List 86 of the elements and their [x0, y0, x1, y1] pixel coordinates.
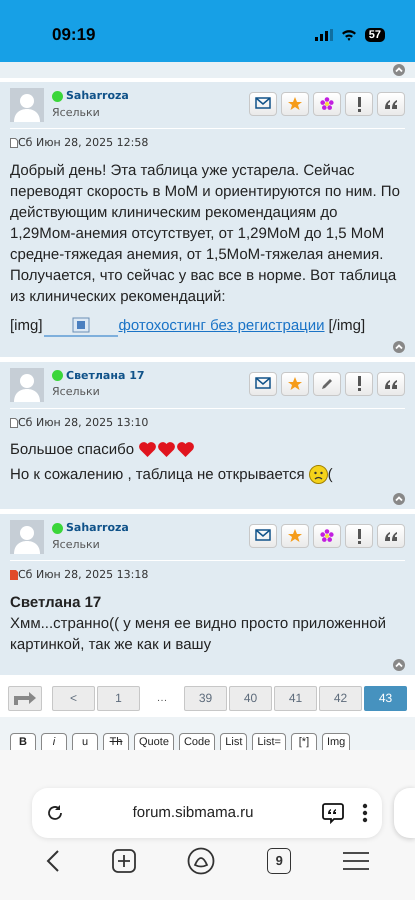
- star-icon: [287, 376, 303, 392]
- user-rank: Ясельки: [52, 104, 101, 120]
- report-button[interactable]: [345, 524, 373, 548]
- format-button[interactable]: u: [72, 732, 98, 750]
- page-link[interactable]: 41: [274, 686, 317, 710]
- page-link[interactable]: 1: [97, 686, 140, 710]
- avatar-icon: [10, 368, 44, 402]
- user-rank: Ясельки: [52, 536, 101, 552]
- heart-icon: [138, 441, 158, 458]
- new-tab-icon[interactable]: [112, 849, 136, 873]
- post-text: Хмм...странно(( у меня ее видно просто приложенной картинкой, так же как и вашу: [10, 614, 388, 654]
- wifi-icon: [340, 29, 357, 41]
- author-name[interactable]: Saharroza: [66, 88, 129, 104]
- more-icon[interactable]: [362, 802, 368, 824]
- page-link[interactable]: 39: [184, 686, 227, 710]
- message-button[interactable]: [249, 524, 277, 548]
- post-date: Сб Июн 28, 2025 13:18: [18, 567, 148, 583]
- star-icon: [287, 96, 303, 112]
- format-button[interactable]: B: [10, 732, 36, 750]
- exclamation-icon: [358, 96, 360, 112]
- edit-button[interactable]: [313, 372, 341, 396]
- format-button[interactable]: Img: [322, 732, 350, 750]
- flower-icon: [319, 528, 335, 544]
- post-date: Сб Июн 28, 2025 13:10: [18, 414, 148, 430]
- format-button[interactable]: [*]: [290, 732, 317, 750]
- arrow-icon: [13, 691, 37, 705]
- post-text: (: [328, 465, 333, 485]
- report-button[interactable]: [345, 92, 373, 116]
- quoted-author: Светлана 17: [10, 592, 102, 612]
- avatar-icon: [10, 88, 44, 122]
- scroll-top-icon[interactable]: [393, 340, 405, 352]
- quote-bubble-icon[interactable]: [322, 802, 344, 824]
- post-text: Но к сожалению , таблица не открывается: [10, 465, 305, 485]
- address-bar[interactable]: forum.sibmama.ru: [32, 788, 382, 838]
- bbcode-tag: [img]: [10, 315, 43, 336]
- message-button[interactable]: [249, 92, 277, 116]
- bbcode-tag: [/img]: [328, 315, 366, 336]
- avatar-icon: [10, 520, 44, 554]
- scroll-top-icon[interactable]: [393, 64, 405, 76]
- report-button[interactable]: [345, 372, 373, 396]
- battery-level: 57: [364, 28, 385, 42]
- tabs-button[interactable]: 9: [267, 848, 292, 874]
- clock-time: 09:19: [52, 24, 96, 46]
- heart-icon: [176, 441, 196, 458]
- ellipsis: …: [156, 690, 168, 706]
- scroll-top-icon[interactable]: [393, 658, 405, 670]
- page-link[interactable]: 42: [319, 686, 362, 710]
- image-host-link[interactable]: фотохостинг без регистрации: [118, 315, 325, 336]
- author-name[interactable]: Saharroza: [66, 520, 129, 536]
- post-text: Добрый день! Эта таблица уже устарела. Сейчас переводят скорость в МоМ и ориентируются по ним. По действующим клиническим рекомендациям до 1,29Мом-анемия отсутствует, от 1,29МоМ до 1,5 МоМ средне-тяжедая анемия, от 1,5МоМ-тяжелая анемия. Получается, что сейчас у вас все в норме. Вот таблица из клинических рекомендаций:: [10, 160, 401, 306]
- star-icon: [287, 528, 303, 544]
- back-icon[interactable]: [46, 850, 60, 872]
- envelope-icon: [255, 528, 271, 544]
- envelope-icon: [255, 376, 271, 392]
- format-button[interactable]: Code: [178, 732, 216, 750]
- sad-face-icon: [308, 465, 328, 484]
- page-link[interactable]: 40: [229, 686, 272, 710]
- scroll-top-icon[interactable]: [393, 493, 405, 505]
- post-text: Большое спасибо: [10, 440, 134, 460]
- format-button[interactable]: i: [41, 732, 67, 750]
- envelope-icon: [255, 96, 271, 112]
- user-rank: Ясельки: [52, 384, 101, 400]
- assistant-icon[interactable]: [187, 847, 216, 875]
- quote-button[interactable]: [377, 92, 405, 116]
- reload-icon[interactable]: [46, 804, 64, 822]
- quote-button[interactable]: [377, 372, 405, 396]
- menu-icon[interactable]: [343, 851, 370, 871]
- thanks-button[interactable]: [313, 92, 341, 116]
- exclamation-icon: [358, 376, 360, 391]
- author-name[interactable]: Светлана 17: [66, 368, 145, 384]
- thanks-button[interactable]: [313, 524, 341, 548]
- format-button[interactable]: Quote: [134, 732, 174, 750]
- format-button[interactable]: List: [220, 732, 248, 750]
- url-text: forum.sibmama.ru: [132, 802, 254, 823]
- jump-button[interactable]: [8, 686, 42, 710]
- format-button[interactable]: Th: [103, 732, 129, 750]
- message-button[interactable]: [249, 372, 277, 396]
- post-date: Сб Июн 28, 2025 12:58: [18, 135, 148, 151]
- heart-icon: [157, 441, 176, 458]
- page-link[interactable]: <: [52, 686, 95, 710]
- signal-icon: [314, 29, 333, 41]
- exclamation-icon: [358, 528, 360, 544]
- broken-image-icon: [42, 314, 119, 336]
- flower-icon: [319, 96, 335, 112]
- format-button[interactable]: List=: [252, 732, 286, 750]
- quote-button[interactable]: [377, 524, 405, 548]
